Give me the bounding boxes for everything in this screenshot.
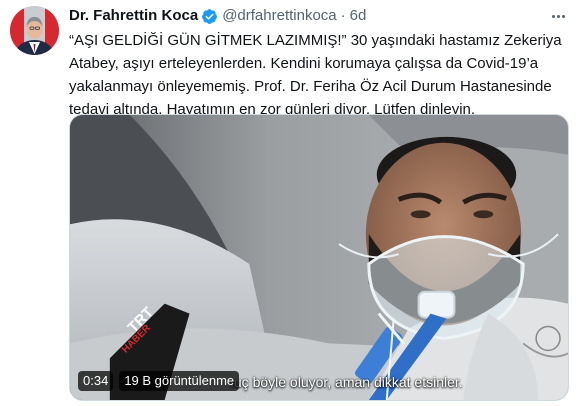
separator-dot: · (340, 7, 346, 24)
tweet-header: Dr. Fahrettin Koca @drfahrettinkoca · 6d (69, 6, 366, 26)
tweet-text-line: Atabey, aşıyı erteleyenlerden. Kendini k… (69, 55, 539, 72)
video-subtitle: ıuç böyle oluyor, aman dikkat etsinler. (230, 374, 463, 390)
tweet[interactable]: Dr. Fahrettin Koca @drfahrettinkoca · 6d… (0, 0, 579, 406)
video-player[interactable]: TRT HABER ıuç böyle oluyor, aman dikkat … (69, 114, 569, 401)
video-controls: 0:34 19 B görüntülenme (78, 371, 240, 391)
verified-badge-icon (201, 8, 218, 25)
author-handle[interactable]: @drfahrettinkoca (222, 6, 336, 26)
tweet-text-line: yakalanmayı önleyememiş. Prof. Dr. Ferih… (69, 78, 552, 95)
video-elapsed-time: 0:34 (78, 371, 114, 391)
more-icon[interactable] (547, 6, 569, 26)
avatar[interactable] (10, 6, 59, 55)
video-view-count: 19 B görüntülenme (119, 371, 240, 391)
tweet-timestamp[interactable]: 6d (350, 6, 367, 26)
video-frame[interactable]: TRT HABER (70, 115, 568, 400)
tweet-text: “AŞI GELDİĞİ GÜN GİTMEK LAZIMMIŞ!” 30 ya… (69, 29, 569, 121)
author-name[interactable]: Dr. Fahrettin Koca (69, 6, 198, 26)
tweet-text-line: “AŞI GELDİĞİ GÜN GİTMEK LAZIMMIŞ!” 30 ya… (69, 32, 562, 49)
